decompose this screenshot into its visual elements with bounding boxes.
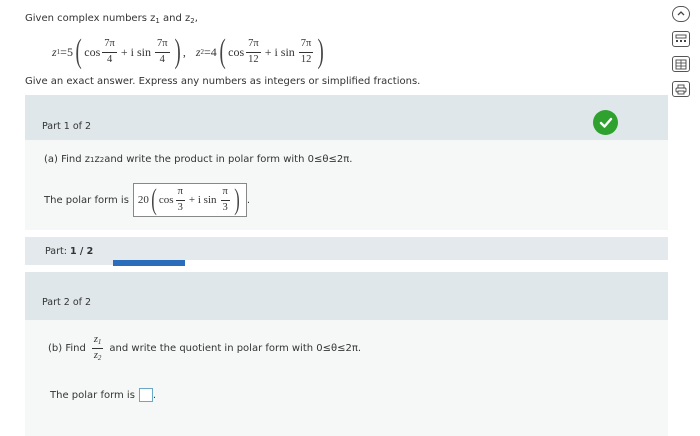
part2-label: Part 2 of 2	[42, 297, 92, 308]
left-paren: (	[151, 183, 157, 216]
z1-angle-fraction: 7π 4	[154, 38, 170, 65]
sin-text: + i sin	[264, 44, 295, 59]
z2-coefficient: =4	[204, 44, 217, 59]
cos-text: cos	[158, 194, 174, 206]
problem-statement: Given complex numbers z1 and z2, z1 =5 (…	[0, 0, 660, 90]
question-text: (b) Find	[48, 343, 86, 354]
print-icon[interactable]	[672, 81, 690, 97]
z2-angle-fraction: 7π 12	[246, 38, 261, 65]
quotient-fraction: z1 z2	[91, 334, 104, 362]
prompt-text: Given complex numbers z	[25, 13, 156, 24]
sin-text: + i sin	[188, 194, 217, 206]
progress-fill	[113, 260, 186, 266]
z1-coefficient: =5	[60, 44, 73, 59]
answer-period: .	[152, 389, 157, 401]
left-paren: (	[75, 33, 82, 70]
collapse-icon[interactable]	[672, 6, 690, 22]
question-text: and write the product in polar form with…	[104, 154, 353, 165]
calculator-icon[interactable]	[672, 31, 690, 47]
right-paren: )	[174, 33, 181, 70]
part1-answer-row: The polar form is 20 ( cos π3 + i sin π3…	[44, 183, 250, 217]
z2-angle-fraction: 7π 12	[298, 38, 314, 65]
correct-check-icon	[593, 110, 618, 135]
z1-angle-fraction: 7π 4	[102, 38, 117, 65]
progress-track	[113, 260, 669, 266]
part1-label: Part 1 of 2	[42, 121, 92, 132]
sin-text: + i sin	[120, 44, 151, 59]
question-text: (a) Find z	[44, 154, 91, 165]
answer-angle-fraction: π3	[220, 186, 230, 213]
part2-answer-row: The polar form is .	[50, 388, 156, 402]
part1-answer-field[interactable]: 20 ( cos π3 + i sin π3 )	[132, 183, 247, 217]
side-toolbar	[672, 6, 692, 106]
answer-prefix: The polar form is	[44, 194, 129, 206]
prompt-end: ,	[194, 13, 198, 24]
cos-text: cos	[228, 44, 245, 59]
answer-period: .	[246, 194, 251, 206]
question-text: and write the quotient in polar form wit…	[109, 343, 362, 354]
problem-prompt: Given complex numbers z1 and z2,	[25, 13, 198, 25]
right-paren: )	[234, 183, 240, 216]
prompt-and: and z	[159, 13, 191, 24]
sub: 1	[97, 338, 102, 346]
progress-label-value: 1 / 2	[69, 246, 94, 257]
part2-question: (b) Find z1 z2 and write the quotient in …	[48, 334, 362, 362]
answer-coefficient: 20	[137, 194, 149, 206]
cos-text: cos	[84, 44, 101, 59]
answer-angle-fraction: π3	[175, 186, 185, 213]
sub: 2	[97, 354, 102, 362]
table-icon[interactable]	[672, 56, 690, 72]
right-paren: )	[317, 33, 325, 70]
instructions: Give an exact answer. Express any number…	[25, 76, 421, 87]
part2-header: Part 2 of 2	[25, 272, 668, 320]
progress-label-prefix: Part:	[45, 246, 70, 257]
separator: ,	[182, 44, 186, 59]
progress-label: Part: 1 / 2	[45, 246, 93, 257]
given-formulas: z1 =5 ( cos 7π 4 + i sin 7π 4 ) , z2 =4 ( …	[52, 32, 327, 72]
answer-prefix: The polar form is	[50, 389, 135, 401]
left-paren: (	[219, 33, 226, 70]
part1-question: (a) Find z1z2 and write the product in p…	[44, 154, 352, 165]
part2-answer-field[interactable]	[138, 388, 153, 402]
